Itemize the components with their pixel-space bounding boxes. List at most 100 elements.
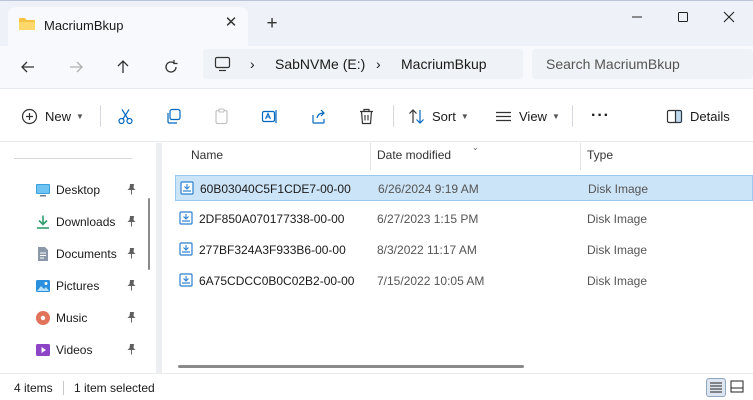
file-name: 60B03040C5F1CDE7-00-00 — [200, 182, 351, 196]
column-header-date[interactable]: Date modified — [377, 148, 451, 162]
maximize-button[interactable] — [672, 7, 694, 27]
sort-button[interactable]: Sort ▼ — [408, 103, 469, 129]
paste-button[interactable] — [213, 103, 230, 129]
arrow-up-icon — [117, 60, 129, 73]
refresh-button[interactable] — [158, 54, 184, 80]
videos-icon — [36, 344, 50, 356]
pin-icon[interactable] — [126, 247, 137, 259]
new-button[interactable]: New ▼ — [21, 103, 84, 129]
file-date: 8/3/2022 11:17 AM — [377, 243, 477, 257]
tab-close-icon[interactable]: ✕ — [222, 14, 240, 32]
scissors-icon — [118, 108, 133, 124]
back-button[interactable] — [15, 54, 41, 80]
sidebar-item-label: Music — [56, 311, 88, 325]
status-bar: 4 items 1 item selected — [0, 373, 753, 400]
arrow-right-icon — [70, 61, 83, 73]
sidebar-item-music[interactable]: Music — [0, 305, 150, 331]
cut-button[interactable] — [117, 103, 134, 129]
sidebar-item-documents[interactable]: Documents — [0, 241, 150, 267]
arrow-left-icon — [21, 61, 34, 73]
maximize-icon — [678, 12, 688, 22]
tab-macriumbkup[interactable]: MacriumBkup ✕ — [8, 7, 248, 47]
file-date: 6/27/2023 1:15 PM — [377, 212, 479, 226]
delete-button[interactable] — [358, 103, 375, 129]
nav-scrollbar[interactable] — [148, 198, 150, 270]
sort-label: Sort — [432, 108, 456, 124]
address-bar: › SabNVMe (E:) › MacriumBkup — [0, 46, 753, 88]
breadcrumb-drive[interactable]: SabNVMe (E:) — [275, 56, 365, 72]
new-label: New — [45, 108, 72, 124]
copy-icon — [167, 108, 181, 124]
clipboard-icon — [215, 107, 228, 124]
disk-image-icon — [179, 242, 193, 256]
chevron-down-icon: ▼ — [460, 111, 469, 121]
chevron-down-icon: ▼ — [551, 111, 560, 121]
minimize-icon — [632, 16, 642, 18]
details-view-button[interactable] — [706, 378, 726, 397]
music-icon — [36, 311, 50, 325]
table-row[interactable]: 60B03040C5F1CDE7-00-00 6/26/2024 9:19 AM… — [175, 175, 753, 201]
disk-image-icon — [180, 181, 194, 195]
computer-icon — [214, 56, 231, 72]
file-name: 2DF850A070177338-00-00 — [199, 212, 345, 226]
sidebar-item-desktop[interactable]: Desktop — [0, 177, 150, 203]
file-date: 6/26/2024 9:19 AM — [378, 182, 479, 196]
breadcrumb[interactable]: › SabNVMe (E:) › MacriumBkup — [203, 49, 523, 79]
breadcrumb-separator: › — [250, 56, 255, 72]
plus-circle-icon — [21, 108, 38, 124]
column-header-name[interactable]: Name — [191, 148, 223, 162]
details-pane-icon — [666, 109, 683, 123]
pin-icon[interactable] — [126, 215, 137, 227]
sidebar-item-downloads[interactable]: Downloads — [0, 209, 150, 235]
copy-button[interactable] — [165, 103, 182, 129]
column-header-type[interactable]: Type — [587, 148, 613, 162]
table-row[interactable]: 2DF850A070177338-00-00 6/27/2023 1:15 PM… — [175, 206, 753, 232]
pin-icon[interactable] — [126, 183, 137, 195]
share-button[interactable] — [310, 103, 327, 129]
tab-title: MacriumBkup — [44, 18, 124, 33]
more-icon: ··· — [591, 107, 610, 124]
sidebar-item-pictures[interactable]: Pictures — [0, 273, 150, 299]
close-window-button[interactable] — [718, 7, 740, 27]
pin-icon[interactable] — [126, 279, 137, 291]
title-bar: MacriumBkup ✕ + — [0, 0, 753, 47]
breadcrumb-separator: › — [376, 56, 381, 72]
file-name: 277BF324A3F933B6-00-00 — [199, 243, 346, 257]
horizontal-scrollbar[interactable] — [178, 365, 524, 368]
rename-button[interactable] — [261, 103, 278, 129]
sort-icon — [409, 108, 424, 124]
chevron-down-icon: ▼ — [76, 111, 84, 121]
forward-button[interactable] — [63, 54, 89, 80]
new-tab-button[interactable]: + — [262, 13, 282, 35]
breadcrumb-folder[interactable]: MacriumBkup — [401, 56, 487, 72]
sort-indicator-icon: ⌄ — [472, 143, 479, 152]
sidebar-item-videos[interactable]: Videos — [0, 337, 150, 363]
table-row[interactable]: 277BF324A3F933B6-00-00 8/3/2022 11:17 AM… — [175, 237, 753, 263]
sidebar-item-label: Pictures — [56, 279, 100, 293]
divider — [14, 158, 132, 159]
file-list: Name Date modified ⌄ Type 60B03040C5F1CD… — [162, 143, 753, 373]
column-divider[interactable] — [370, 143, 371, 170]
column-divider[interactable] — [580, 143, 581, 170]
navigation-pane: Desktop Downloads Documents Pictures Mus… — [0, 143, 157, 373]
more-options-button[interactable]: ··· — [591, 103, 610, 129]
pin-icon[interactable] — [126, 343, 137, 355]
selection-count: 1 item selected — [74, 381, 155, 395]
close-icon — [723, 11, 735, 23]
up-button[interactable] — [110, 54, 136, 80]
tiles-view-button[interactable] — [728, 378, 748, 397]
sidebar-item-label: Videos — [56, 343, 93, 357]
file-type: Disk Image — [587, 212, 648, 226]
table-row[interactable]: 6A75CDCC0B0C02B2-00-00 7/15/2022 10:05 A… — [175, 268, 753, 294]
divider — [63, 381, 64, 395]
rename-icon — [261, 109, 277, 123]
share-icon — [312, 109, 325, 124]
pin-icon[interactable] — [126, 311, 137, 323]
view-button[interactable]: View ▼ — [495, 103, 560, 129]
desktop-icon — [36, 184, 50, 197]
minimize-button[interactable] — [626, 7, 648, 27]
search-input[interactable] — [532, 49, 753, 79]
downloads-icon — [37, 215, 49, 229]
details-pane-button[interactable]: Details — [666, 103, 730, 129]
sidebar-item-label: Desktop — [56, 183, 101, 197]
